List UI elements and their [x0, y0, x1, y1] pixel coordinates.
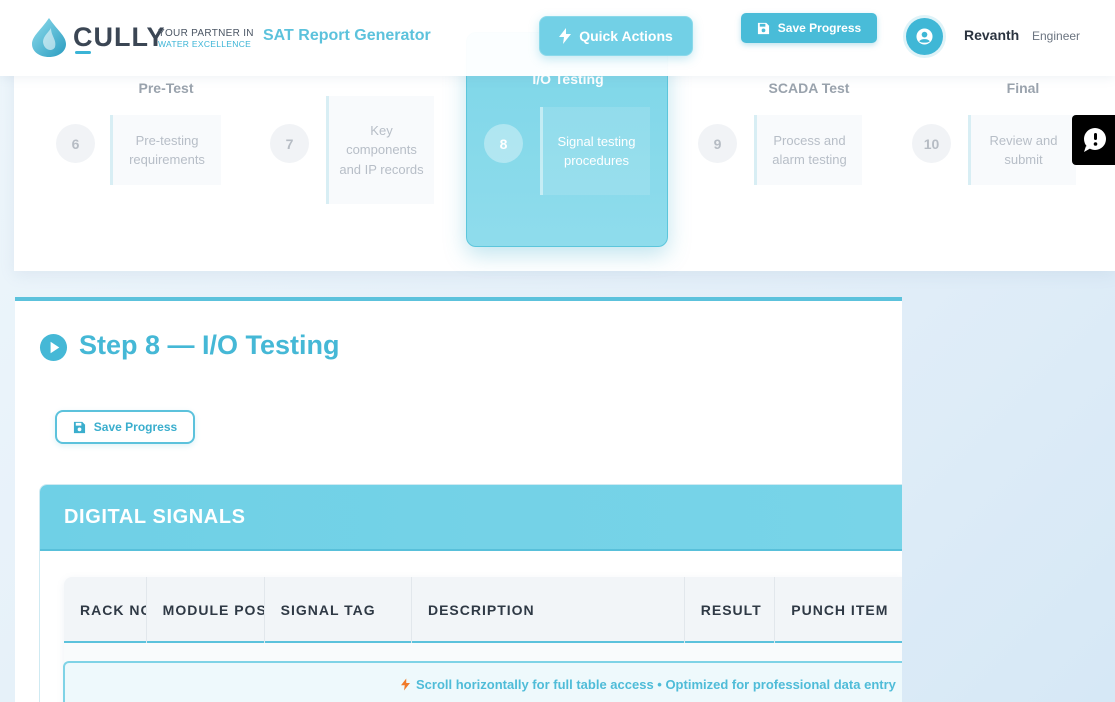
play-circle-icon	[39, 333, 68, 362]
section-title: DIGITAL SIGNALS	[64, 506, 246, 528]
chat-bubble-icon	[1083, 128, 1106, 152]
step-number: 8	[484, 124, 523, 163]
scroll-hint-banner: Scroll horizontally for full table acces…	[63, 661, 902, 702]
user-circle-icon	[916, 28, 933, 45]
user-avatar[interactable]	[906, 18, 943, 55]
app-title: SAT Report Generator	[263, 27, 431, 44]
chat-widget-button[interactable]	[1072, 115, 1115, 165]
app-header: CULLY YOUR PARTNER IN WATER EXCELLENCE S…	[0, 0, 1115, 76]
step-description: Pre-testing requirements	[110, 115, 221, 185]
logo-tagline-accent: WATER EXCELLENCE	[158, 39, 252, 49]
scroll-hint-text: Scroll horizontally for full table acces…	[416, 676, 896, 692]
table-header-row: RACK NO MODULE POSITION SIGNAL TAG DESCR…	[64, 577, 902, 643]
column-header-punch-item[interactable]: PUNCH ITEM	[775, 577, 902, 643]
quick-actions-label: Quick Actions	[579, 28, 673, 44]
floppy-disk-icon	[73, 421, 85, 433]
section-header: DIGITAL SIGNALS	[40, 485, 902, 551]
step-number: 10	[912, 124, 951, 163]
user-name: Revanth	[964, 27, 1020, 43]
user-role: Engineer	[1032, 29, 1081, 43]
step-title: Final	[1006, 80, 1040, 96]
step-description: Key components and IP records	[326, 96, 434, 204]
step-description: Review and submit	[968, 115, 1076, 185]
step-title: SCADA Test	[768, 80, 850, 96]
step-title: Pre-Test	[138, 80, 194, 96]
signals-table[interactable]: RACK NO MODULE POSITION SIGNAL TAG DESCR…	[63, 577, 902, 702]
save-progress-label: Save Progress	[93, 420, 178, 434]
step-content-panel: Step 8 — I/O Testing Save Progress DIGIT…	[15, 297, 902, 702]
bolt-icon	[559, 28, 572, 44]
step-number: 7	[270, 124, 309, 163]
bolt-icon	[401, 678, 410, 690]
quick-actions-button[interactable]: Quick Actions	[539, 16, 693, 56]
logo-underline	[75, 51, 91, 54]
column-header-description[interactable]: DESCRIPTION	[412, 577, 685, 643]
column-header-result[interactable]: RESULT	[685, 577, 776, 643]
save-progress-button[interactable]: Save Progress	[741, 13, 877, 43]
step-description: Process and alarm testing	[754, 115, 862, 185]
logo-tagline: YOUR PARTNER IN	[158, 28, 254, 39]
water-drop-logo-icon	[32, 18, 66, 57]
digital-signals-section: DIGITAL SIGNALS RACK NO MODULE POSITION …	[39, 484, 902, 702]
page-title: Step 8 — I/O Testing	[79, 330, 340, 360]
step-number: 9	[698, 124, 737, 163]
save-progress-label: Save Progress	[777, 21, 862, 35]
column-header-module-position[interactable]: MODULE POSITION	[147, 577, 265, 643]
step-number: 6	[56, 124, 95, 163]
column-header-signal-tag[interactable]: SIGNAL TAG	[265, 577, 412, 643]
floppy-disk-icon	[757, 22, 769, 34]
save-progress-inline-button[interactable]: Save Progress	[55, 410, 195, 444]
step-description: Signal testing procedures	[540, 107, 650, 195]
logo-wordmark: CULLY	[73, 22, 166, 52]
column-header-rack-no[interactable]: RACK NO	[64, 577, 147, 643]
